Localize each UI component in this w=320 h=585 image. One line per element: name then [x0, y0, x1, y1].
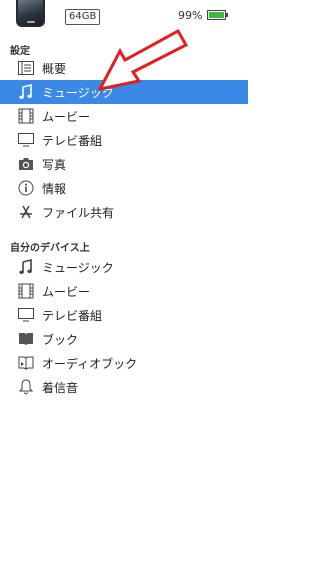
settings-section-title: 設定 — [10, 46, 30, 57]
sidebar-item-label: 概要 — [42, 61, 67, 76]
sidebar-item-device-audiobooks[interactable]: オーディオブック — [0, 351, 248, 375]
audiobook-icon — [18, 355, 34, 371]
sidebar-item-movies[interactable]: ムービー — [0, 104, 248, 128]
battery-percentage: 99% — [178, 9, 203, 22]
film-icon — [18, 283, 34, 299]
music-note-icon — [18, 259, 34, 275]
annotation-arrow — [98, 28, 189, 91]
sidebar-item-device-tv-shows[interactable]: テレビ番組 — [0, 303, 248, 327]
sidebar-item-label: 着信音 — [42, 380, 79, 395]
sidebar-item-label: ブック — [42, 332, 79, 347]
on-device-section-title: 自分のデバイス上 — [10, 243, 90, 254]
sidebar-item-label: ミュージック — [42, 260, 114, 275]
tv-icon — [18, 132, 34, 148]
book-icon — [18, 331, 34, 347]
sidebar-item-label: 写真 — [42, 157, 67, 172]
device-capacity-badge: 64GB — [65, 9, 101, 25]
sidebar-item-device-movies[interactable]: ムービー — [0, 279, 248, 303]
music-note-icon — [18, 84, 34, 100]
camera-icon — [18, 156, 34, 172]
sidebar-item-label: オーディオブック — [42, 356, 138, 371]
sidebar-item-device-books[interactable]: ブック — [0, 327, 248, 351]
sidebar-item-label: テレビ番組 — [42, 308, 103, 323]
info-icon — [18, 180, 34, 196]
battery-icon — [207, 10, 226, 20]
tv-icon — [18, 307, 34, 323]
sidebar-item-label: ファイル共有 — [42, 205, 115, 220]
sidebar-item-device-music[interactable]: ミュージック — [0, 255, 248, 279]
sidebar-item-label: ムービー — [42, 109, 91, 124]
sidebar-item-label: 情報 — [42, 181, 67, 196]
sidebar-item-label: ムービー — [42, 284, 91, 299]
sidebar-item-info[interactable]: 情報 — [0, 176, 248, 200]
app-store-icon — [18, 204, 34, 220]
battery-tip — [226, 13, 228, 17]
bell-icon — [18, 379, 34, 395]
film-icon — [18, 108, 34, 124]
sidebar-item-device-ringtones[interactable]: 着信音 — [0, 375, 248, 399]
sidebar-item-tv-shows[interactable]: テレビ番組 — [0, 128, 248, 152]
sidebar-item-label: テレビ番組 — [42, 133, 103, 148]
summary-list-icon — [18, 60, 34, 76]
sidebar-item-file-sharing[interactable]: ファイル共有 — [0, 200, 248, 224]
device-thumbnail[interactable] — [16, 0, 45, 27]
sidebar-item-photos[interactable]: 写真 — [0, 152, 248, 176]
